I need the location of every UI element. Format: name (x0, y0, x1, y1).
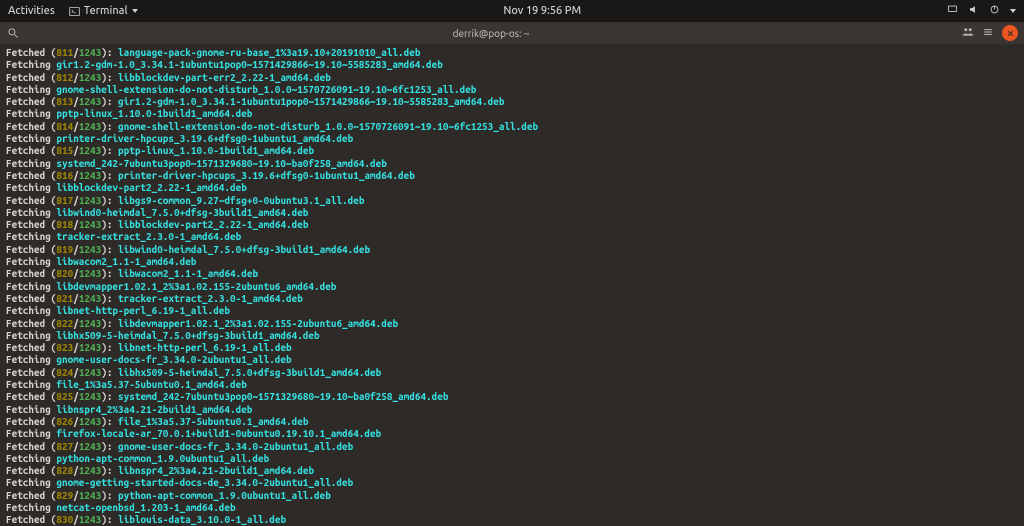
terminal-window: derrik@pop-os: ~ Fetched (811/1243): lan… (0, 22, 1024, 526)
terminal-line: Fetching python-apt-common_1.9.0ubuntu1_… (6, 453, 1018, 465)
contacts-icon[interactable] (962, 24, 974, 42)
terminal-line: Fetching gir1.2-gdm-1.0_3.34.1-1ubuntu1p… (6, 59, 1018, 71)
terminal-line: Fetching file_1%3a5.37-5ubuntu0.1_amd64.… (6, 379, 1018, 391)
terminal-line: Fetched (821/1243): tracker-extract_2.3.… (6, 293, 1018, 305)
terminal-line: Fetching libhx509-5-heimdal_7.5.0+dfsg-3… (6, 330, 1018, 342)
system-menu-chevron[interactable] (1010, 9, 1016, 13)
terminal-line: Fetched (827/1243): gnome-user-docs-fr_3… (6, 441, 1018, 453)
terminal-line: Fetched (824/1243): libhx509-5-heimdal_7… (6, 367, 1018, 379)
terminal-line: Fetched (828/1243): libnspr4_2%3a4.21-2b… (6, 465, 1018, 477)
terminal-line: Fetched (811/1243): language-pack-gnome-… (6, 47, 1018, 59)
window-titlebar: derrik@pop-os: ~ (0, 22, 1024, 44)
terminal-line: Fetched (823/1243): libnet-http-perl_6.1… (6, 342, 1018, 354)
terminal-line: Fetched (817/1243): libgs9-common_9.27~d… (6, 195, 1018, 207)
terminal-line: Fetched (813/1243): gir1.2-gdm-1.0_3.34.… (6, 96, 1018, 108)
terminal-line: Fetched (812/1243): libblockdev-part-err… (6, 72, 1018, 84)
terminal-line: Fetching libdevmapper1.02.1_2%3a1.02.155… (6, 281, 1018, 293)
terminal-line: Fetched (815/1243): pptp-linux_1.10.0-1b… (6, 145, 1018, 157)
terminal-line: Fetching gnome-shell-extension-do-not-di… (6, 84, 1018, 96)
search-icon[interactable] (6, 26, 20, 40)
screen-icon[interactable] (947, 4, 958, 18)
terminal-line: Fetched (814/1243): gnome-shell-extensio… (6, 121, 1018, 133)
terminal-line: Fetching libwind0-heimdal_7.5.0+dfsg-3bu… (6, 207, 1018, 219)
terminal-line: Fetched (829/1243): python-apt-common_1.… (6, 490, 1018, 502)
volume-icon[interactable] (968, 4, 979, 18)
terminal-line: Fetching gnome-getting-started-docs-de_3… (6, 477, 1018, 489)
close-icon (1006, 29, 1015, 38)
terminal-line: Fetched (826/1243): file_1%3a5.37-5ubunt… (6, 416, 1018, 428)
terminal-line: Fetching tracker-extract_2.3.0-1_amd64.d… (6, 231, 1018, 243)
terminal-line: Fetched (816/1243): printer-driver-hpcup… (6, 170, 1018, 182)
terminal-line: Fetched (822/1243): libdevmapper1.02.1_2… (6, 318, 1018, 330)
window-title: derrik@pop-os: ~ (28, 28, 954, 39)
terminal-output[interactable]: Fetched (811/1243): language-pack-gnome-… (0, 44, 1024, 526)
terminal-menu[interactable]: Terminal (69, 5, 138, 17)
terminal-line: Fetching pptp-linux_1.10.0-1build1_amd64… (6, 108, 1018, 120)
terminal-line: Fetching libnspr4_2%3a4.21-2build1_amd64… (6, 404, 1018, 416)
terminal-line: Fetching firefox-locale-ar_70.0.1+build1… (6, 428, 1018, 440)
terminal-line: Fetched (825/1243): systemd_242-7ubuntu3… (6, 391, 1018, 403)
terminal-line: Fetching libwacom2_1.1-1_amd64.deb (6, 256, 1018, 268)
terminal-line: Fetched (830/1243): liblouis-data_3.10.0… (6, 514, 1018, 526)
terminal-line: Fetching netcat-openbsd_1.203-1_amd64.de… (6, 502, 1018, 514)
terminal-line: Fetched (820/1243): libwacom2_1.1-1_amd6… (6, 268, 1018, 280)
terminal-line: Fetching systemd_242-7ubuntu3pop0~157132… (6, 158, 1018, 170)
datetime[interactable]: Nov 19 9:56 PM (138, 5, 947, 17)
power-icon[interactable] (989, 4, 1000, 18)
terminal-line: Fetched (818/1243): libblockdev-part2_2.… (6, 219, 1018, 231)
terminal-line: Fetched (819/1243): libwind0-heimdal_7.5… (6, 244, 1018, 256)
activities-button[interactable]: Activities (8, 5, 55, 17)
menu-icon[interactable] (982, 24, 994, 42)
terminal-line: Fetching libblockdev-part2_2.22-1_amd64.… (6, 182, 1018, 194)
terminal-icon (69, 6, 80, 17)
close-button[interactable] (1002, 25, 1018, 41)
terminal-line: Fetching gnome-user-docs-fr_3.34.0-2ubun… (6, 354, 1018, 366)
terminal-line: Fetching printer-driver-hpcups_3.19.6+df… (6, 133, 1018, 145)
gnome-topbar: Activities Terminal Nov 19 9:56 PM (0, 0, 1024, 22)
terminal-line: Fetching libnet-http-perl_6.19-1_all.deb (6, 305, 1018, 317)
